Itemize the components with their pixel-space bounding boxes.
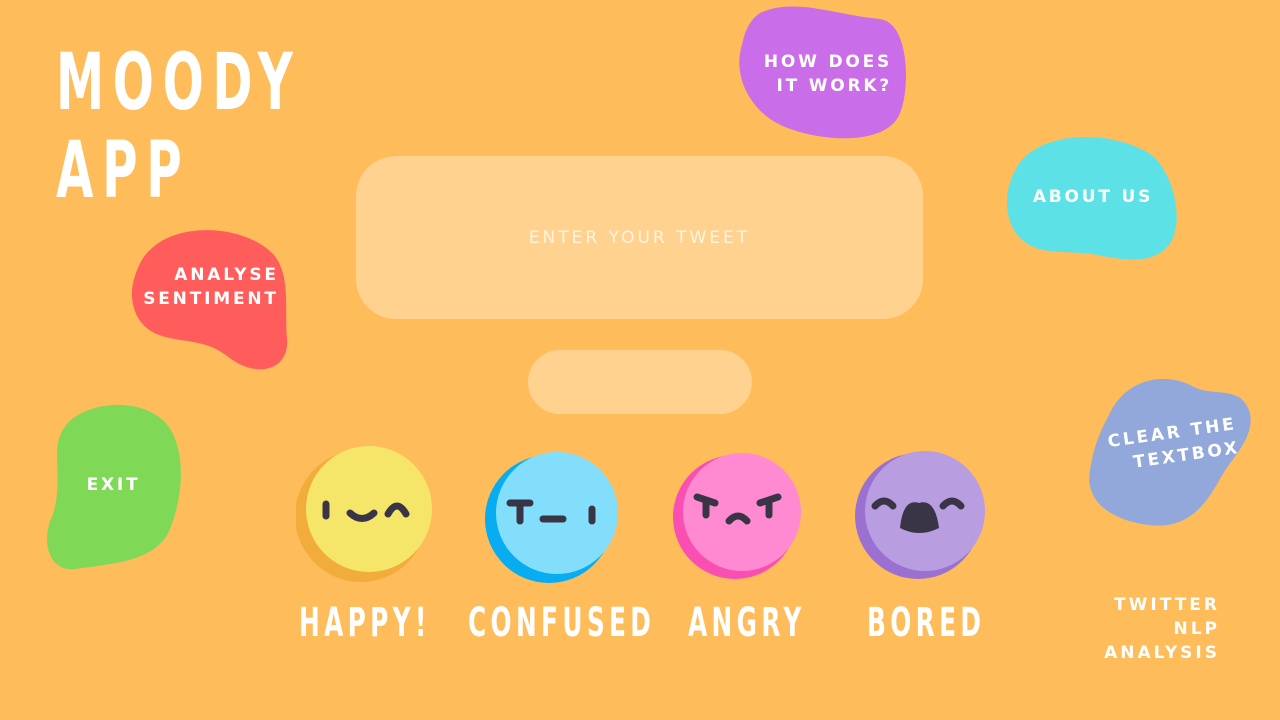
confused-face-icon — [485, 449, 621, 585]
happy-face-icon — [295, 446, 434, 584]
analyse-label-line1: ANALYSE — [174, 264, 279, 285]
mood-label-happy: HAPPY! — [299, 600, 431, 646]
app-title-line1: MOODY — [56, 38, 302, 128]
exit-label: EXIT — [86, 475, 141, 495]
about-us-button[interactable]: ABOUT US — [1006, 132, 1179, 262]
app-title-line2: APP — [56, 126, 191, 216]
mood-label-angry: ANGRY — [688, 600, 806, 646]
tweet-input[interactable] — [356, 155, 923, 320]
mood-label-confused: CONFUSED — [468, 600, 656, 646]
footer-line3: ANALYSIS — [1104, 643, 1220, 663]
how-it-works-button[interactable]: HOW DOES IT WORK? — [739, 5, 906, 142]
sentiment-result-field — [528, 350, 752, 414]
footer-line2: NLP — [1173, 619, 1220, 639]
how-label-line2: IT WORK? — [776, 75, 893, 96]
clear-textbox-button[interactable]: CLEAR THE TEXTBOX — [1089, 375, 1252, 527]
analyse-sentiment-button[interactable]: ANALYSE SENTIMENT — [131, 228, 290, 373]
mood-label-bored: BORED — [867, 600, 986, 646]
analyse-label-line2: SENTIMENT — [143, 288, 279, 309]
footer-line1: TWITTER — [1114, 595, 1220, 615]
exit-button[interactable]: EXIT — [45, 404, 182, 572]
footer-tagline: TWITTER NLP ANALYSIS — [1104, 593, 1220, 665]
about-label: ABOUT US — [1032, 187, 1154, 207]
bored-face-icon — [855, 448, 987, 580]
tweet-input-container — [356, 155, 923, 320]
how-label-line1: HOW DOES — [763, 51, 893, 72]
angry-face-icon — [673, 451, 803, 581]
